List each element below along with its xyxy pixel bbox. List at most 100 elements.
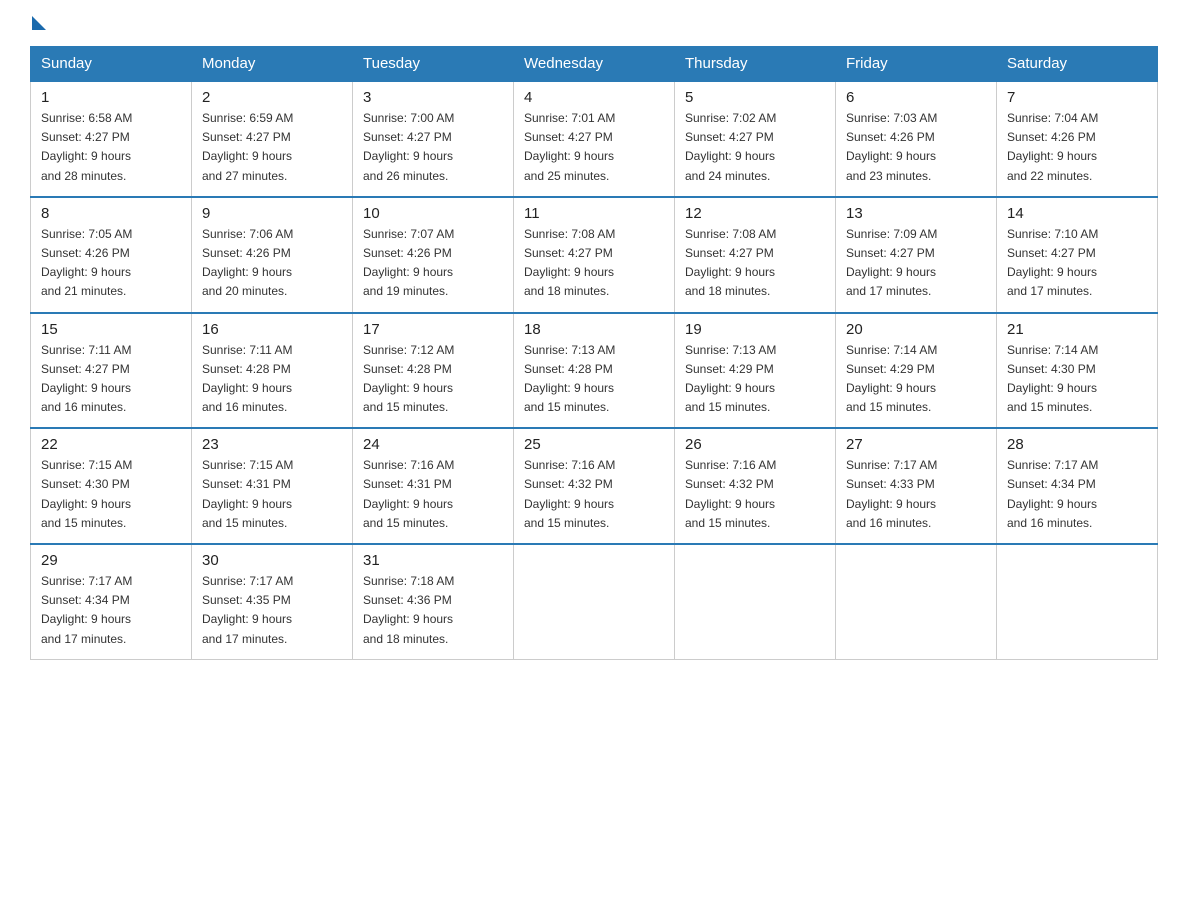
day-info: Sunrise: 7:12 AMSunset: 4:28 PMDaylight:… <box>363 341 503 418</box>
day-number: 26 <box>685 436 825 453</box>
table-row: 1 Sunrise: 6:58 AMSunset: 4:27 PMDaylight… <box>31 81 192 197</box>
table-row: 8Sunrise: 7:05 AMSunset: 4:26 PMDaylight… <box>31 197 192 313</box>
day-number: 16 <box>202 321 342 338</box>
table-row <box>514 544 675 659</box>
day-number: 7 <box>1007 89 1147 106</box>
day-number: 6 <box>846 89 986 106</box>
table-row: 14 Sunrise: 7:10 AMSunset: 4:27 PMDayligh… <box>997 197 1158 313</box>
col-header-monday: Monday <box>192 47 353 82</box>
week-row-1: 1 Sunrise: 6:58 AMSunset: 4:27 PMDaylight… <box>31 81 1158 197</box>
day-info: Sunrise: 7:07 AMSunset: 4:26 PMDaylight:… <box>363 225 503 302</box>
table-row: 30 Sunrise: 7:17 AMSunset: 4:35 PMDayligh… <box>192 544 353 659</box>
day-number: 29 <box>41 552 181 569</box>
day-info: Sunrise: 6:58 AMSunset: 4:27 PMDaylight:… <box>41 109 181 186</box>
col-header-sunday: Sunday <box>31 47 192 82</box>
table-row: 20 Sunrise: 7:14 AMSunset: 4:29 PMDayligh… <box>836 313 997 429</box>
table-row: 22 Sunrise: 7:15 AMSunset: 4:30 PMDayligh… <box>31 428 192 544</box>
day-number: 21 <box>1007 321 1147 338</box>
day-info: Sunrise: 7:17 AMSunset: 4:33 PMDaylight:… <box>846 456 986 533</box>
table-row: 3 Sunrise: 7:00 AMSunset: 4:27 PMDaylight… <box>353 81 514 197</box>
day-number: 28 <box>1007 436 1147 453</box>
table-row: 24 Sunrise: 7:16 AMSunset: 4:31 PMDayligh… <box>353 428 514 544</box>
table-row: 2 Sunrise: 6:59 AMSunset: 4:27 PMDaylight… <box>192 81 353 197</box>
table-row: 31 Sunrise: 7:18 AMSunset: 4:36 PMDayligh… <box>353 544 514 659</box>
day-number: 15 <box>41 321 181 338</box>
table-row: 13Sunrise: 7:09 AMSunset: 4:27 PMDayligh… <box>836 197 997 313</box>
day-info: Sunrise: 7:02 AMSunset: 4:27 PMDaylight:… <box>685 109 825 186</box>
week-row-2: 8Sunrise: 7:05 AMSunset: 4:26 PMDaylight… <box>31 197 1158 313</box>
table-row <box>836 544 997 659</box>
day-number: 2 <box>202 89 342 106</box>
day-number: 27 <box>846 436 986 453</box>
day-info: Sunrise: 7:10 AMSunset: 4:27 PMDaylight:… <box>1007 225 1147 302</box>
table-row: 27 Sunrise: 7:17 AMSunset: 4:33 PMDayligh… <box>836 428 997 544</box>
table-row: 4 Sunrise: 7:01 AMSunset: 4:27 PMDaylight… <box>514 81 675 197</box>
table-row: 5Sunrise: 7:02 AMSunset: 4:27 PMDaylight… <box>675 81 836 197</box>
day-info: Sunrise: 7:06 AMSunset: 4:26 PMDaylight:… <box>202 225 342 302</box>
day-info: Sunrise: 7:11 AMSunset: 4:27 PMDaylight:… <box>41 341 181 418</box>
day-info: Sunrise: 7:15 AMSunset: 4:30 PMDaylight:… <box>41 456 181 533</box>
table-row: 19 Sunrise: 7:13 AMSunset: 4:29 PMDayligh… <box>675 313 836 429</box>
col-header-friday: Friday <box>836 47 997 82</box>
day-info: Sunrise: 7:14 AMSunset: 4:29 PMDaylight:… <box>846 341 986 418</box>
calendar-header-row: SundayMondayTuesdayWednesdayThursdayFrid… <box>31 47 1158 82</box>
day-number: 4 <box>524 89 664 106</box>
day-number: 14 <box>1007 205 1147 222</box>
day-number: 25 <box>524 436 664 453</box>
day-number: 18 <box>524 321 664 338</box>
day-number: 30 <box>202 552 342 569</box>
day-number: 10 <box>363 205 503 222</box>
day-info: Sunrise: 7:03 AMSunset: 4:26 PMDaylight:… <box>846 109 986 186</box>
logo <box>30 20 46 30</box>
day-info: Sunrise: 7:17 AMSunset: 4:34 PMDaylight:… <box>1007 456 1147 533</box>
col-header-tuesday: Tuesday <box>353 47 514 82</box>
table-row: 21 Sunrise: 7:14 AMSunset: 4:30 PMDayligh… <box>997 313 1158 429</box>
day-info: Sunrise: 7:18 AMSunset: 4:36 PMDaylight:… <box>363 572 503 649</box>
table-row: 28 Sunrise: 7:17 AMSunset: 4:34 PMDayligh… <box>997 428 1158 544</box>
day-number: 22 <box>41 436 181 453</box>
table-row <box>675 544 836 659</box>
day-info: Sunrise: 7:01 AMSunset: 4:27 PMDaylight:… <box>524 109 664 186</box>
day-number: 31 <box>363 552 503 569</box>
day-info: Sunrise: 7:17 AMSunset: 4:34 PMDaylight:… <box>41 572 181 649</box>
week-row-4: 22 Sunrise: 7:15 AMSunset: 4:30 PMDayligh… <box>31 428 1158 544</box>
day-number: 3 <box>363 89 503 106</box>
table-row <box>997 544 1158 659</box>
table-row: 11 Sunrise: 7:08 AMSunset: 4:27 PMDayligh… <box>514 197 675 313</box>
table-row: 9 Sunrise: 7:06 AMSunset: 4:26 PMDaylight… <box>192 197 353 313</box>
table-row: 10 Sunrise: 7:07 AMSunset: 4:26 PMDayligh… <box>353 197 514 313</box>
day-number: 11 <box>524 205 664 222</box>
day-number: 1 <box>41 89 181 106</box>
day-info: Sunrise: 6:59 AMSunset: 4:27 PMDaylight:… <box>202 109 342 186</box>
day-info: Sunrise: 7:16 AMSunset: 4:32 PMDaylight:… <box>524 456 664 533</box>
day-info: Sunrise: 7:08 AMSunset: 4:27 PMDaylight:… <box>685 225 825 302</box>
col-header-thursday: Thursday <box>675 47 836 82</box>
logo-text <box>30 20 46 30</box>
day-number: 19 <box>685 321 825 338</box>
page-header <box>30 20 1158 30</box>
day-info: Sunrise: 7:13 AMSunset: 4:28 PMDaylight:… <box>524 341 664 418</box>
calendar-table: SundayMondayTuesdayWednesdayThursdayFrid… <box>30 46 1158 660</box>
day-info: Sunrise: 7:04 AMSunset: 4:26 PMDaylight:… <box>1007 109 1147 186</box>
day-info: Sunrise: 7:16 AMSunset: 4:32 PMDaylight:… <box>685 456 825 533</box>
day-info: Sunrise: 7:17 AMSunset: 4:35 PMDaylight:… <box>202 572 342 649</box>
day-info: Sunrise: 7:13 AMSunset: 4:29 PMDaylight:… <box>685 341 825 418</box>
day-info: Sunrise: 7:14 AMSunset: 4:30 PMDaylight:… <box>1007 341 1147 418</box>
week-row-5: 29 Sunrise: 7:17 AMSunset: 4:34 PMDayligh… <box>31 544 1158 659</box>
day-info: Sunrise: 7:08 AMSunset: 4:27 PMDaylight:… <box>524 225 664 302</box>
day-number: 9 <box>202 205 342 222</box>
day-number: 12 <box>685 205 825 222</box>
day-number: 17 <box>363 321 503 338</box>
table-row: 7 Sunrise: 7:04 AMSunset: 4:26 PMDaylight… <box>997 81 1158 197</box>
week-row-3: 15 Sunrise: 7:11 AMSunset: 4:27 PMDayligh… <box>31 313 1158 429</box>
day-number: 20 <box>846 321 986 338</box>
col-header-wednesday: Wednesday <box>514 47 675 82</box>
day-number: 24 <box>363 436 503 453</box>
day-info: Sunrise: 7:00 AMSunset: 4:27 PMDaylight:… <box>363 109 503 186</box>
table-row: 29 Sunrise: 7:17 AMSunset: 4:34 PMDayligh… <box>31 544 192 659</box>
day-info: Sunrise: 7:05 AMSunset: 4:26 PMDaylight:… <box>41 225 181 302</box>
day-info: Sunrise: 7:16 AMSunset: 4:31 PMDaylight:… <box>363 456 503 533</box>
table-row: 17 Sunrise: 7:12 AMSunset: 4:28 PMDayligh… <box>353 313 514 429</box>
day-info: Sunrise: 7:15 AMSunset: 4:31 PMDaylight:… <box>202 456 342 533</box>
day-info: Sunrise: 7:11 AMSunset: 4:28 PMDaylight:… <box>202 341 342 418</box>
